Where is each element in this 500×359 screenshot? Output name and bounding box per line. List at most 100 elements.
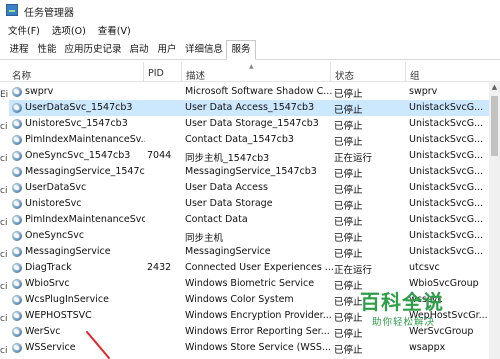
title-bar: 任务管理器 bbox=[0, 0, 500, 22]
service-row[interactable]: swprv Microsoft Software Shadow C... 已停止… bbox=[9, 84, 500, 100]
service-name: PimIndexMaintenanceSvc bbox=[25, 214, 145, 225]
service-name: swprv bbox=[25, 86, 54, 97]
service-description: Windows Biometric Service bbox=[185, 278, 315, 289]
column-name[interactable]: 名称 bbox=[12, 68, 31, 82]
gear-service-icon bbox=[12, 311, 22, 321]
menu-file[interactable]: 文件(F) bbox=[0, 23, 46, 37]
strip-text: ci bbox=[0, 346, 8, 356]
service-group: UnistackSvcG... bbox=[409, 198, 484, 209]
service-description: User Data Access bbox=[185, 182, 268, 193]
service-description: User Data Access_1547cb3 bbox=[185, 102, 315, 113]
strip-text: ci bbox=[0, 218, 8, 228]
menu-view[interactable]: 查看(V) bbox=[92, 23, 137, 37]
gear-service-icon bbox=[12, 119, 22, 129]
column-description[interactable]: 描述 bbox=[186, 68, 205, 82]
service-status: 已停止 bbox=[334, 249, 363, 260]
gear-service-icon bbox=[12, 327, 22, 337]
task-manager-icon bbox=[6, 4, 18, 16]
column-divider[interactable] bbox=[143, 62, 144, 82]
service-group: UnistackSvcG... bbox=[409, 102, 484, 113]
service-description: User Data Storage bbox=[185, 198, 273, 209]
service-status: 正在运行 bbox=[334, 265, 373, 276]
gear-service-icon bbox=[12, 263, 22, 273]
service-row[interactable]: MessagingService_1547c... MessagingServi… bbox=[9, 164, 500, 180]
service-row[interactable]: MessagingService MessagingService 已停止 Un… bbox=[9, 244, 500, 260]
service-row[interactable]: UserDataSvc_1547cb3 User Data Access_154… bbox=[9, 100, 500, 116]
service-group: utcsvc bbox=[409, 262, 440, 273]
service-status: 已停止 bbox=[334, 201, 363, 212]
service-group: UnistackSvcG... bbox=[409, 246, 484, 257]
service-status: 已停止 bbox=[334, 105, 363, 116]
service-row[interactable]: DiagTrack 2432 Connected User Experience… bbox=[9, 260, 500, 276]
service-description: Windows Error Reporting Ser... bbox=[185, 326, 330, 337]
service-row[interactable]: OneSyncSvc_1547cb3 7044 同步主机_1547cb3 正在运… bbox=[9, 148, 500, 164]
column-status[interactable]: 状态 bbox=[335, 68, 354, 82]
service-status: 已停止 bbox=[334, 89, 363, 100]
gear-service-icon bbox=[12, 295, 22, 305]
service-name: OneSyncSvc bbox=[25, 230, 85, 241]
tab-strip: 进程 性能 应用历史记录 启动 用户 详细信息 服务 bbox=[0, 38, 500, 60]
service-group: swprv bbox=[409, 86, 438, 97]
service-description: 同步主机_1547cb3 bbox=[185, 153, 270, 164]
service-description: MessagingService_1547cb3 bbox=[185, 166, 317, 177]
tab-app-history[interactable]: 应用历史记录 bbox=[62, 41, 124, 59]
strip-text: ci bbox=[0, 122, 8, 132]
service-row[interactable]: UnistoreSvc_1547cb3 User Data Storage_15… bbox=[9, 116, 500, 132]
service-name: MessagingService_1547c... bbox=[25, 166, 145, 177]
tab-services[interactable]: 服务 bbox=[226, 40, 256, 60]
column-divider[interactable] bbox=[181, 62, 182, 82]
service-status: 已停止 bbox=[334, 121, 363, 132]
watermark: 百科全说 助你轻松解决 bbox=[360, 286, 470, 330]
column-divider[interactable] bbox=[330, 62, 331, 82]
column-group[interactable]: 组 bbox=[410, 68, 420, 82]
service-name: WEPHOSTSVC bbox=[25, 310, 92, 321]
service-name: PimIndexMaintenanceSv... bbox=[25, 134, 145, 145]
service-status: 已停止 bbox=[334, 217, 363, 228]
menu-bar: 文件(F) 选项(O) 查看(V) bbox=[0, 22, 500, 38]
column-divider[interactable] bbox=[405, 62, 406, 82]
sort-arrow-icon: ▲ bbox=[249, 63, 254, 70]
service-group: wsappx bbox=[409, 342, 446, 353]
tab-performance[interactable]: 性能 bbox=[34, 41, 60, 59]
service-description: Contact Data bbox=[185, 214, 248, 225]
service-status: 已停止 bbox=[334, 169, 363, 180]
service-row[interactable]: UserDataSvc User Data Access 已停止 Unistac… bbox=[9, 180, 500, 196]
menu-options[interactable]: 选项(O) bbox=[46, 23, 92, 37]
tab-users[interactable]: 用户 bbox=[154, 41, 180, 59]
service-name: UnistoreSvc_1547cb3 bbox=[25, 118, 128, 129]
gear-service-icon bbox=[12, 247, 22, 257]
service-name: MessagingService bbox=[25, 246, 111, 257]
tab-details[interactable]: 详细信息 bbox=[182, 41, 226, 59]
strip-text: ci bbox=[0, 314, 8, 324]
strip-text: Ei bbox=[0, 90, 9, 100]
gear-service-icon bbox=[12, 151, 22, 161]
column-pid[interactable]: PID bbox=[148, 68, 164, 79]
gear-service-icon bbox=[12, 103, 22, 113]
gear-service-icon bbox=[12, 343, 22, 353]
window-title: 任务管理器 bbox=[24, 8, 74, 19]
service-name: DiagTrack bbox=[25, 262, 72, 273]
service-row[interactable]: PimIndexMaintenanceSvc Contact Data 已停止 … bbox=[9, 212, 500, 228]
strip-text: ci bbox=[0, 250, 8, 260]
tab-startup[interactable]: 启动 bbox=[126, 41, 152, 59]
chevron-up-icon[interactable]: ▲ bbox=[489, 82, 500, 93]
service-name: WbioSrvc bbox=[25, 278, 70, 289]
gear-service-icon bbox=[12, 183, 22, 193]
service-status: 已停止 bbox=[334, 345, 363, 356]
service-description: User Data Storage_1547cb3 bbox=[185, 118, 319, 129]
gear-service-icon bbox=[12, 87, 22, 97]
service-row[interactable]: OneSyncSvc 同步主机 已停止 UnistackSvcG... bbox=[9, 228, 500, 244]
tab-processes[interactable]: 进程 bbox=[6, 41, 32, 59]
service-row[interactable]: UnistoreSvc User Data Storage 已停止 Unista… bbox=[9, 196, 500, 212]
scroll-thumb[interactable] bbox=[491, 96, 498, 156]
service-group: UnistackSvcG... bbox=[409, 118, 484, 129]
gear-service-icon bbox=[12, 135, 22, 145]
service-row[interactable]: PimIndexMaintenanceSv... Contact Data_15… bbox=[9, 132, 500, 148]
vertical-scrollbar[interactable]: ▲ bbox=[489, 82, 500, 359]
service-group: UnistackSvcG... bbox=[409, 150, 484, 161]
service-description: Windows Encryption Provider... bbox=[185, 310, 332, 321]
service-row[interactable]: WSService Windows Store Service (WSS... … bbox=[9, 340, 500, 356]
gear-service-icon bbox=[12, 167, 22, 177]
service-name: OneSyncSvc_1547cb3 bbox=[25, 150, 131, 161]
red-arrow-annotation bbox=[86, 331, 110, 359]
